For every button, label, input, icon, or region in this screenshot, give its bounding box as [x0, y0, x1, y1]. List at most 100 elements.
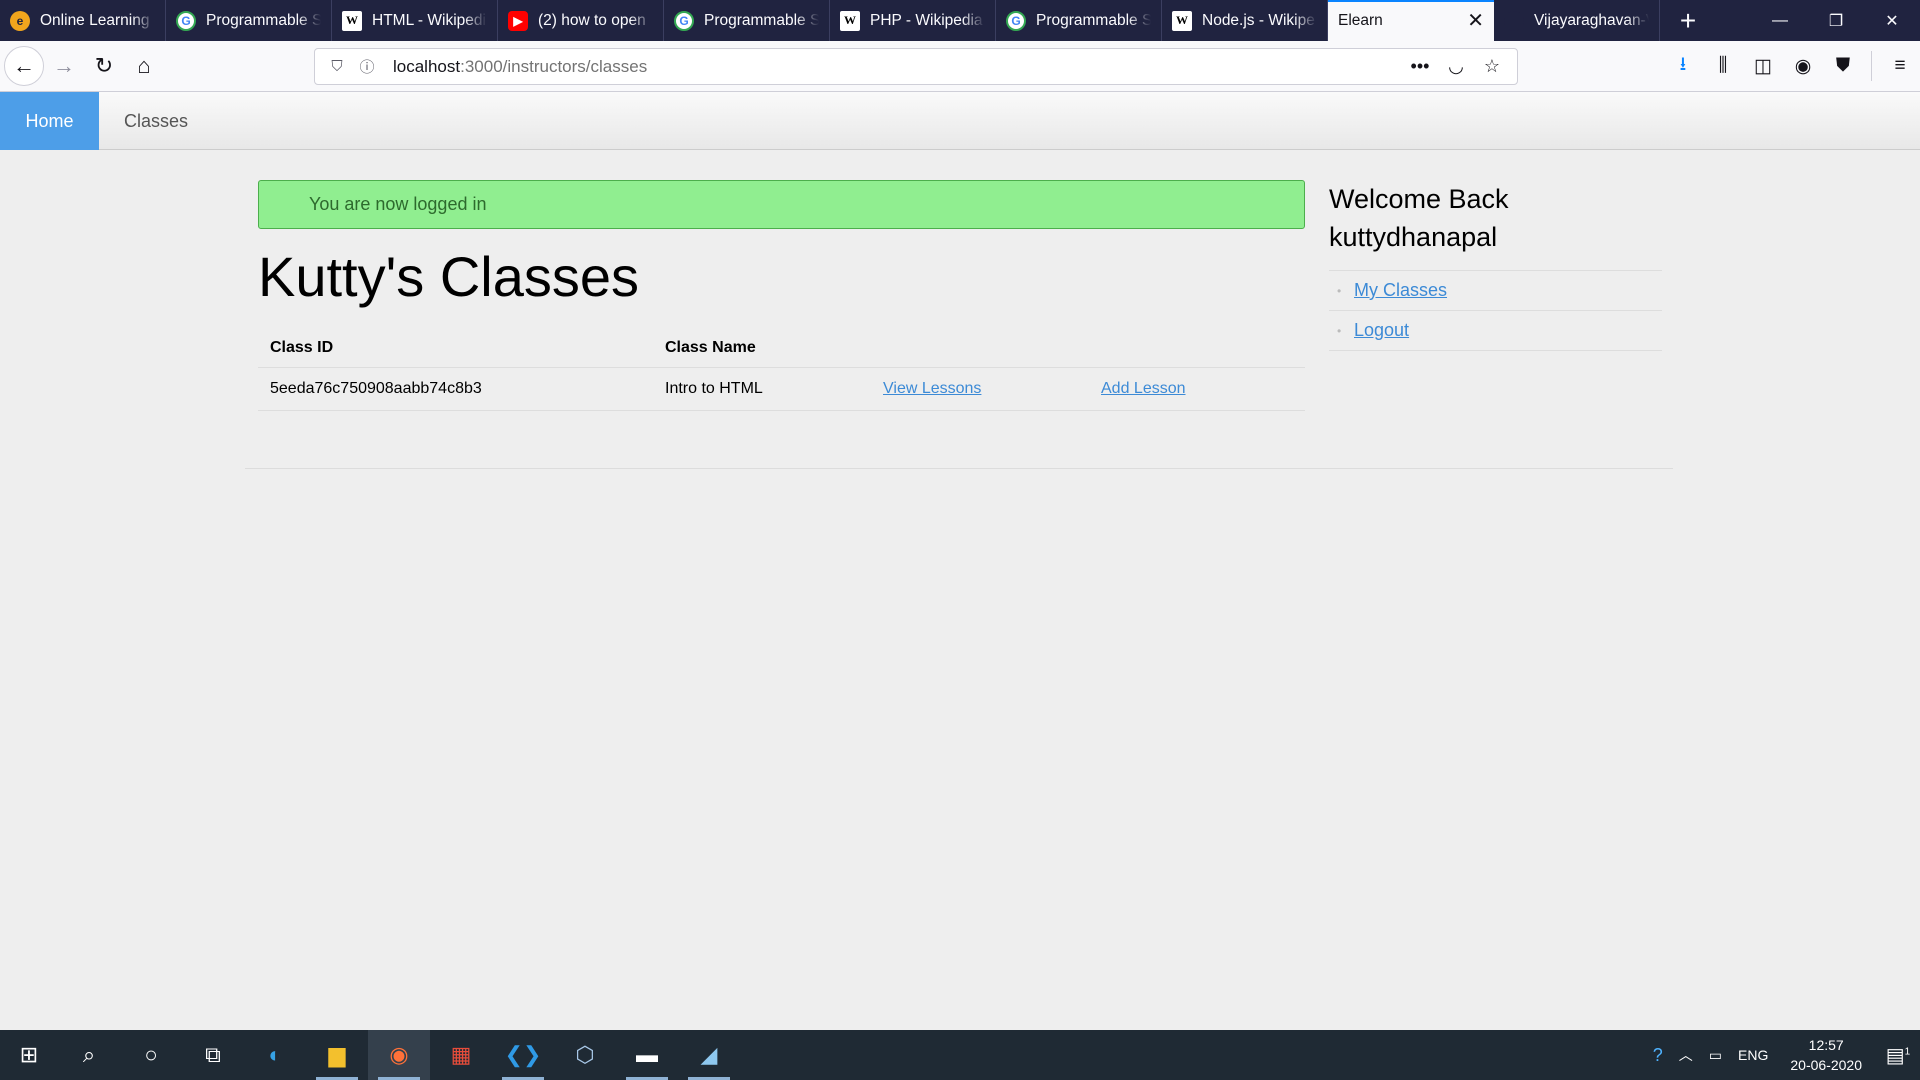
forward-icon[interactable]: →: [44, 46, 84, 86]
library-icon[interactable]: ⫼: [1703, 46, 1743, 86]
info-icon[interactable]: ⓘ: [355, 55, 379, 79]
view-lessons-link[interactable]: View Lessons: [883, 380, 981, 397]
edge-icon[interactable]: ◐: [244, 1030, 306, 1080]
terminal-icon[interactable]: ▬: [616, 1030, 678, 1080]
file-explorer-icon[interactable]: ▆: [306, 1030, 368, 1080]
chevron-up-icon[interactable]: ︿: [1679, 1045, 1693, 1065]
ms-store-icon[interactable]: ▦: [430, 1030, 492, 1080]
nav-classes[interactable]: Classes: [99, 92, 213, 150]
virtualbox-icon[interactable]: ⬡: [554, 1030, 616, 1080]
windows-start-icon[interactable]: ⊞: [0, 1030, 58, 1080]
toolbar-divider: [1871, 51, 1872, 81]
browser-tab[interactable]: Vijayaraghavan-V: [1494, 0, 1660, 41]
downloads-icon[interactable]: ⭳: [1663, 46, 1703, 86]
class-name-cell: Intro to HTML: [653, 367, 871, 411]
google-icon: G: [176, 10, 196, 31]
column-header: Class ID: [258, 329, 653, 368]
main-content: You are now logged in Kutty's Classes Cl…: [258, 180, 1305, 411]
extension-shield-icon[interactable]: ⛊: [1823, 46, 1863, 86]
tab-title: Vijayaraghavan-V: [1534, 11, 1649, 29]
back-icon[interactable]: ←: [4, 46, 44, 86]
home-icon[interactable]: ⌂: [124, 46, 164, 86]
system-tray: ? ︿ ▭ ENG 12:57 20-06-2020 ▤1: [1645, 1030, 1920, 1080]
google-icon: G: [1006, 10, 1026, 31]
site-navbar: Home Classes: [0, 92, 1920, 150]
footer-divider: [245, 468, 1673, 469]
browser-tab-strip: e Online Learning ( G Programmable S W H…: [0, 0, 1920, 41]
clock-time: 12:57: [1808, 1037, 1844, 1053]
close-window-icon[interactable]: ✕: [1864, 0, 1920, 41]
url-path: :3000/instructors/classes: [460, 56, 648, 76]
column-header: Class Name: [653, 329, 871, 368]
pocket-icon[interactable]: ◡: [1441, 56, 1471, 77]
close-tab-icon[interactable]: ✕: [1467, 8, 1484, 33]
windows-taskbar: ⊞ ⌕ ○ ⧉ ◐ ▆ ◉ ▦ ❮❯ ⬡ ▬ ◢ ? ︿ ▭ ENG 12:57…: [0, 1030, 1920, 1080]
notifications-icon[interactable]: ▤1: [1876, 1043, 1920, 1068]
help-icon[interactable]: ?: [1653, 1045, 1663, 1066]
minimize-icon[interactable]: —: [1752, 0, 1808, 41]
tab-title: (2) how to open: [538, 11, 646, 29]
class-id-cell: 5eeda76c750908aabb74c8b3: [258, 367, 653, 411]
view-lessons-cell: View Lessons: [871, 367, 1089, 411]
battery-icon[interactable]: ▭: [1709, 1047, 1722, 1064]
sidebar-item-logout: Logout: [1329, 311, 1662, 351]
welcome-text: Welcome Back: [1329, 184, 1509, 214]
clock-date: 20-06-2020: [1790, 1057, 1862, 1073]
shield-icon[interactable]: ⛉: [325, 55, 349, 79]
sidebar-icon[interactable]: ◫: [1743, 46, 1783, 86]
column-header: [1089, 329, 1305, 368]
welcome-heading: Welcome Back kuttydhanapal: [1329, 180, 1662, 271]
edureka-icon: e: [10, 10, 30, 31]
sidebar-links: My Classes Logout: [1329, 271, 1662, 351]
browser-tab[interactable]: ▶ (2) how to open: [498, 0, 664, 41]
restore-icon[interactable]: ❐: [1808, 0, 1864, 41]
browser-tab[interactable]: W Node.js - Wikipe: [1162, 0, 1328, 41]
vscode-icon[interactable]: ❮❯: [492, 1030, 554, 1080]
task-view-icon[interactable]: ⧉: [182, 1030, 244, 1080]
firefox-icon[interactable]: ◉: [368, 1030, 430, 1080]
logout-link[interactable]: Logout: [1354, 320, 1409, 341]
new-tab-button[interactable]: +: [1660, 0, 1716, 41]
language-indicator[interactable]: ENG: [1738, 1047, 1768, 1063]
username: kuttydhanapal: [1329, 222, 1498, 252]
column-header: [871, 329, 1089, 368]
browser-tab[interactable]: e Online Learning (: [0, 0, 166, 41]
wikipedia-icon: W: [840, 10, 860, 31]
url-text[interactable]: localhost:3000/instructors/classes: [393, 57, 647, 77]
browser-tab[interactable]: W PHP - Wikipedia: [830, 0, 996, 41]
tab-title: Programmable S: [206, 11, 321, 29]
sidebar: Welcome Back kuttydhanapal My Classes Lo…: [1329, 180, 1662, 351]
more-actions-icon[interactable]: •••: [1405, 56, 1435, 77]
wikipedia-icon: W: [1172, 10, 1192, 31]
tab-title: HTML - Wikipedi: [372, 11, 486, 29]
page-title: Kutty's Classes: [258, 245, 640, 308]
browser-tab[interactable]: W HTML - Wikipedi: [332, 0, 498, 41]
tab-title: Programmable S: [704, 11, 819, 29]
wikipedia-icon: W: [342, 10, 362, 31]
menu-icon[interactable]: ≡: [1880, 46, 1920, 86]
github-icon: [1504, 10, 1524, 31]
my-classes-link[interactable]: My Classes: [1354, 280, 1447, 301]
toolbar-right: ⭳ ⫼ ◫ ◉ ⛊ ≡: [1663, 46, 1920, 86]
reload-icon[interactable]: ↻: [84, 46, 124, 86]
bookmark-star-icon[interactable]: ☆: [1477, 56, 1507, 77]
tab-title: Programmable S: [1036, 11, 1151, 29]
browser-tab[interactable]: G Programmable S: [664, 0, 830, 41]
address-bar[interactable]: ⛉ ⓘ localhost:3000/instructors/classes •…: [314, 48, 1518, 85]
sidebar-item-my-classes: My Classes: [1329, 271, 1662, 311]
nav-home[interactable]: Home: [0, 92, 99, 150]
browser-tab[interactable]: G Programmable S: [166, 0, 332, 41]
browser-tab-active[interactable]: Elearn ✕: [1328, 0, 1494, 41]
table-row: 5eeda76c750908aabb74c8b3 Intro to HTML V…: [258, 367, 1305, 411]
browser-toolbar: ← → ↻ ⌂ ⛉ ⓘ localhost:3000/instructors/c…: [0, 41, 1920, 92]
window-controls: — ❐ ✕: [1752, 0, 1920, 41]
browser-tab[interactable]: G Programmable S: [996, 0, 1162, 41]
account-icon[interactable]: ◉: [1783, 46, 1823, 86]
tab-title: Online Learning (: [40, 11, 155, 29]
clock[interactable]: 12:57 20-06-2020: [1790, 1035, 1862, 1075]
cortana-icon[interactable]: ○: [120, 1030, 182, 1080]
notepad-icon[interactable]: ◢: [678, 1030, 740, 1080]
add-lesson-link[interactable]: Add Lesson: [1101, 380, 1186, 397]
search-icon[interactable]: ⌕: [58, 1030, 120, 1080]
tab-title: PHP - Wikipedia: [870, 11, 983, 29]
